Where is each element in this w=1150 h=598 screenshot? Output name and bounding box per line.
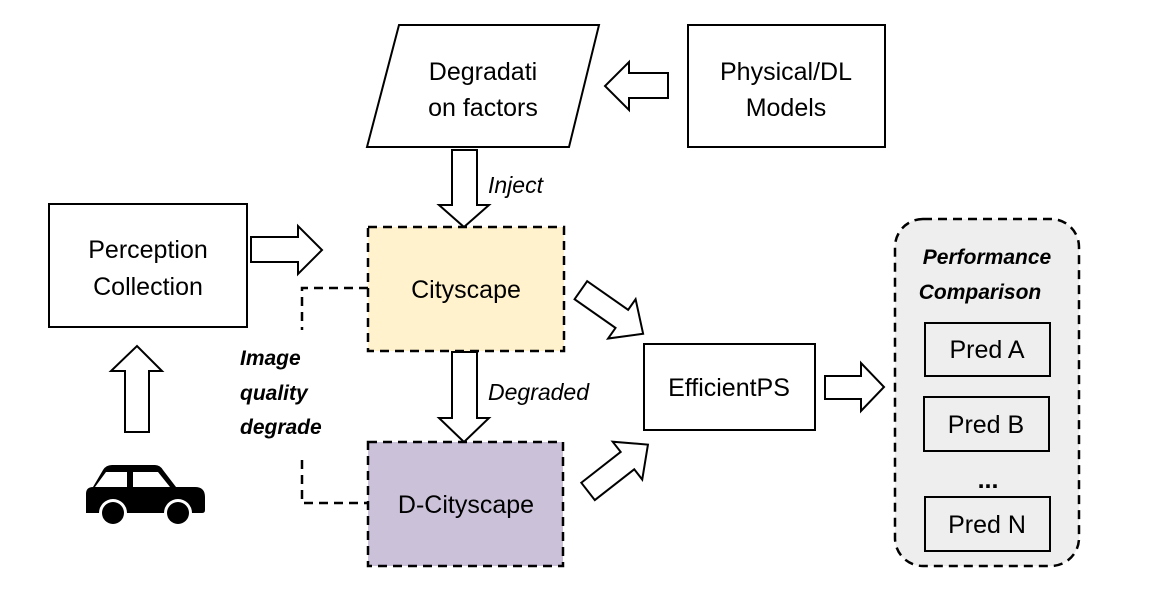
degradation-label-2: on factors (428, 94, 538, 122)
d-cityscape-node: D-Cityscape (366, 440, 565, 568)
perception-collection-node: Perception Collection (48, 203, 248, 328)
ellipsis: ... (978, 466, 999, 494)
connector-d-cityscape (300, 460, 368, 505)
performance-label-1: Performance (923, 246, 1052, 269)
arrow-degraded (436, 351, 492, 444)
d-cityscape-label: D-Cityscape (398, 491, 534, 519)
pipeline-diagram: Degradati on factors Physical/DL Models … (48, 24, 1081, 568)
pred-n-label: Pred N (948, 511, 1026, 539)
efficientps-node: EfficientPS (643, 343, 816, 431)
cityscape-node: Cityscape (366, 225, 566, 353)
performance-label-2: Comparison (919, 281, 1042, 304)
arrow-perception-to-cityscape (250, 223, 324, 277)
models-label-1: Physical/DL (720, 58, 852, 86)
performance-comparison-node: Performance Comparison Pred A Pred B ...… (893, 217, 1081, 568)
cityscape-label: Cityscape (411, 276, 521, 304)
inject-label: Inject (488, 172, 545, 198)
arrow-cityscape-to-efficientps (573, 279, 645, 340)
arrow-inject (436, 149, 492, 229)
arrow-d-cityscape-to-efficientps (579, 440, 650, 502)
pred-a-label: Pred A (949, 336, 1024, 364)
degraded-label: Degraded (488, 379, 590, 405)
arrow-car-to-perception (108, 344, 165, 433)
image-quality-label-1: Image (240, 347, 301, 370)
connector-cityscape (300, 286, 368, 330)
arrow-efficientps-to-performance (824, 360, 886, 414)
pred-b-label: Pred B (948, 411, 1024, 439)
models-node: Physical/DL Models (687, 24, 886, 148)
perception-label-2: Collection (93, 273, 203, 301)
perception-label-1: Perception (88, 236, 208, 264)
models-label-2: Models (746, 94, 827, 122)
arrow-models-to-degradation (603, 59, 669, 113)
image-quality-label-3: degrade (240, 416, 322, 439)
efficientps-label: EfficientPS (668, 374, 790, 402)
car-icon (86, 465, 205, 527)
image-quality-label-2: quality (240, 382, 309, 405)
degradation-factors-node: Degradati on factors (365, 24, 601, 148)
degradation-label-1: Degradati (429, 58, 537, 86)
